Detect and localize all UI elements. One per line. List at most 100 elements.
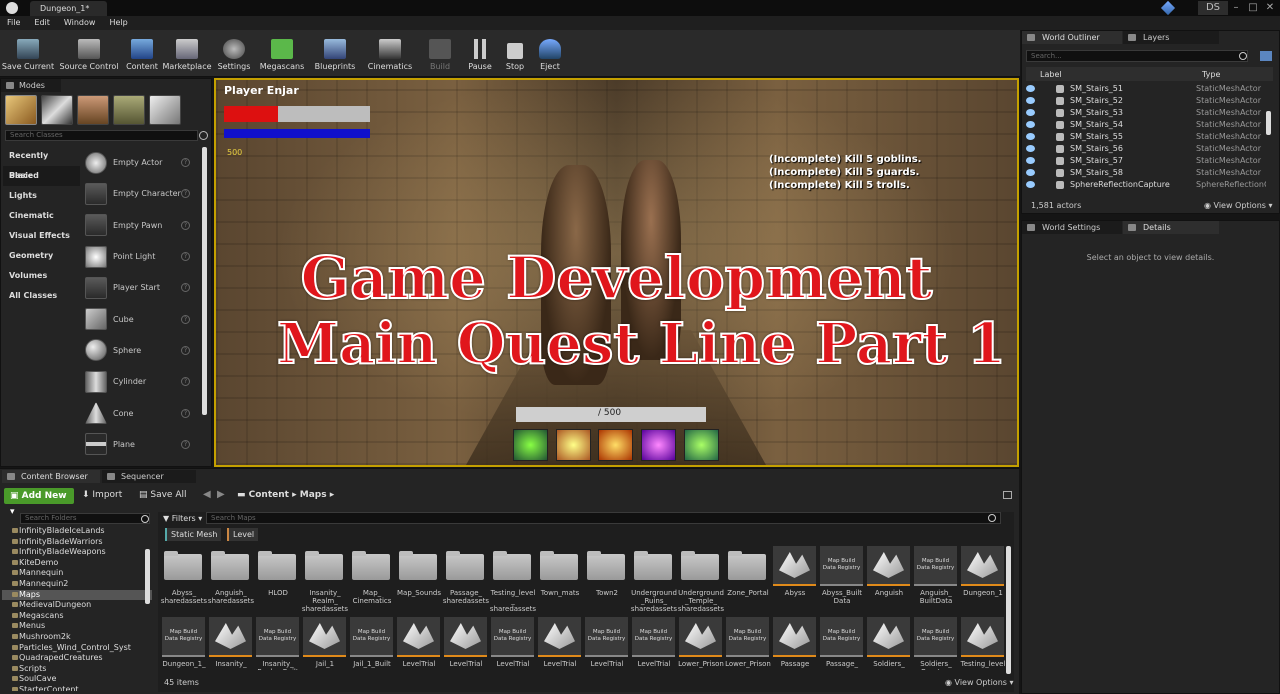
asset-folder-tile[interactable] — [397, 546, 440, 586]
help-icon[interactable]: ? — [181, 252, 190, 262]
document-tab[interactable]: Dungeon_1* — [30, 1, 108, 16]
stop-button[interactable]: Stop — [498, 30, 532, 77]
help-icon[interactable]: ? — [181, 283, 190, 293]
placeable-scrollbar[interactable] — [202, 147, 207, 415]
settings-button[interactable]: Settings — [212, 30, 256, 77]
help-icon[interactable]: ? — [181, 345, 190, 355]
visibility-eye-icon[interactable] — [1026, 145, 1035, 152]
eject-button[interactable]: Eject — [532, 30, 568, 77]
outliner-row[interactable]: SphereReflectionCapture SphereReflectionC — [1026, 179, 1266, 191]
cinematics-button[interactable]: Cinematics — [362, 30, 418, 77]
asset-folder-tile[interactable] — [491, 546, 534, 586]
type-column-header[interactable]: Type — [1202, 70, 1220, 79]
category-volumes[interactable]: Volumes — [3, 266, 80, 286]
pause-button[interactable]: Pause — [462, 30, 498, 77]
asset-map-tile[interactable] — [397, 617, 440, 657]
skill-slot-3[interactable] — [598, 429, 633, 461]
folder-tree-item[interactable]: MedievalDungeon — [2, 600, 152, 611]
folder-tree-item[interactable]: QuadrapedCreatures — [2, 653, 152, 664]
asset-map-tile[interactable] — [773, 546, 816, 586]
tab-sequencer[interactable]: Sequencer — [102, 470, 196, 483]
folder-tree-item[interactable]: Mannequin — [2, 568, 152, 579]
search-maps-input[interactable]: Search Maps — [206, 512, 1001, 524]
outliner-row[interactable]: SM_Stairs_54 StaticMeshActor — [1026, 119, 1266, 131]
skill-slot-1[interactable] — [513, 429, 548, 461]
placeable-empty-pawn[interactable]: Empty Pawn? — [82, 210, 200, 241]
placeable-sphere[interactable]: Sphere? — [82, 335, 200, 366]
category-geometry[interactable]: Geometry — [3, 246, 80, 266]
breadcrumb-content[interactable]: Content — [249, 490, 289, 500]
folder-tree-item[interactable]: Mushroom2k — [2, 632, 152, 643]
help-icon[interactable]: ? — [181, 220, 190, 230]
skill-slot-4[interactable] — [641, 429, 676, 461]
visibility-eye-icon[interactable] — [1026, 121, 1035, 128]
placeable-empty-character[interactable]: Empty Character? — [82, 178, 200, 209]
asset-map-tile[interactable] — [961, 617, 1004, 657]
save-current-button[interactable]: Save Current — [0, 30, 56, 77]
asset-folder-tile[interactable] — [585, 546, 628, 586]
tab-world-outliner[interactable]: World Outliner — [1022, 31, 1122, 44]
visibility-eye-icon[interactable] — [1026, 181, 1035, 188]
folder-tree-item[interactable]: InfinityBladeWarriors — [2, 537, 152, 548]
add-new-button[interactable]: ▣ Add New ▾ — [4, 488, 74, 517]
help-icon[interactable]: ? — [181, 377, 190, 387]
folder-tree-item[interactable]: Scripts — [2, 664, 152, 675]
import-button[interactable]: ⬇ Import — [82, 490, 122, 500]
outliner-row[interactable]: SM_Stairs_56 StaticMeshActor — [1026, 143, 1266, 155]
skill-slot-5[interactable] — [684, 429, 719, 461]
outliner-row[interactable]: SM_Stairs_55 StaticMeshActor — [1026, 131, 1266, 143]
asset-registry-tile[interactable]: Map Build Data Registry — [585, 617, 628, 657]
visibility-eye-icon[interactable] — [1026, 85, 1035, 92]
back-icon[interactable]: ◀ — [203, 489, 211, 500]
tab-details[interactable]: Details — [1123, 221, 1219, 234]
filter-chip-level[interactable]: Level — [227, 528, 259, 541]
close-icon[interactable]: ✕ — [1262, 1, 1278, 14]
placeable-cone[interactable]: Cone? — [82, 397, 200, 428]
add-filter-icon[interactable] — [1260, 51, 1272, 61]
placeable-point-light[interactable]: Point Light? — [82, 241, 200, 272]
outliner-row[interactable]: SM_Stairs_52 StaticMeshActor — [1026, 95, 1266, 107]
asset-registry-tile[interactable]: Map Build Data Registry — [914, 546, 957, 586]
asset-folder-tile[interactable] — [444, 546, 487, 586]
visibility-eye-icon[interactable] — [1026, 169, 1035, 176]
asset-registry-tile[interactable]: Map Build Data Registry — [162, 617, 205, 657]
folder-tree-item[interactable]: Mannequin2 — [2, 579, 152, 590]
asset-map-tile[interactable] — [961, 546, 1004, 586]
search-classes-input[interactable]: Search Classes — [5, 130, 198, 141]
menu-file[interactable]: File — [0, 16, 27, 30]
geometry-mode-icon[interactable] — [149, 95, 181, 125]
help-icon[interactable]: ? — [181, 439, 190, 449]
modes-tab[interactable]: Modes — [1, 79, 61, 92]
notification-icon[interactable] — [1160, 0, 1176, 16]
asset-registry-tile[interactable]: Map Build Data Registry — [726, 617, 769, 657]
asset-registry-tile[interactable]: Map Build Data Registry — [350, 617, 393, 657]
category-lights[interactable]: Lights — [3, 186, 80, 206]
asset-registry-tile[interactable]: Map Build Data Registry — [914, 617, 957, 657]
filter-chip-static-mesh[interactable]: Static Mesh — [165, 528, 222, 541]
asset-folder-tile[interactable] — [726, 546, 769, 586]
asset-map-tile[interactable] — [679, 617, 722, 657]
menu-help[interactable]: Help — [102, 16, 134, 30]
asset-map-tile[interactable] — [867, 617, 910, 657]
placeable-cube[interactable]: Cube? — [82, 303, 200, 334]
folder-tree-item[interactable]: InfinityBladeIceLands — [2, 526, 152, 537]
folder-scrollbar[interactable] — [145, 549, 150, 604]
placeable-plane[interactable]: Plane? — [82, 429, 200, 460]
asset-folder-tile[interactable] — [162, 546, 205, 586]
visibility-eye-icon[interactable] — [1026, 109, 1035, 116]
tab-world-settings[interactable]: World Settings — [1022, 221, 1122, 234]
build-button[interactable]: Build — [418, 30, 462, 77]
asset-folder-tile[interactable] — [632, 546, 675, 586]
placeable-player-start[interactable]: Player Start? — [82, 272, 200, 303]
category-all-classes[interactable]: All Classes — [3, 286, 80, 306]
help-icon[interactable]: ? — [181, 314, 190, 324]
search-folders-input[interactable]: Search Folders — [20, 513, 150, 524]
asset-folder-tile[interactable] — [303, 546, 346, 586]
paint-mode-icon[interactable] — [41, 95, 73, 125]
landscape-mode-icon[interactable] — [77, 95, 109, 125]
outliner-row[interactable]: SM_Stairs_58 StaticMeshActor — [1026, 167, 1266, 179]
tab-layers[interactable]: Layers — [1123, 31, 1219, 44]
asset-registry-tile[interactable]: Map Build Data Registry — [491, 617, 534, 657]
folder-tree-item[interactable]: Megascans — [2, 611, 152, 622]
help-icon[interactable]: ? — [181, 408, 190, 418]
